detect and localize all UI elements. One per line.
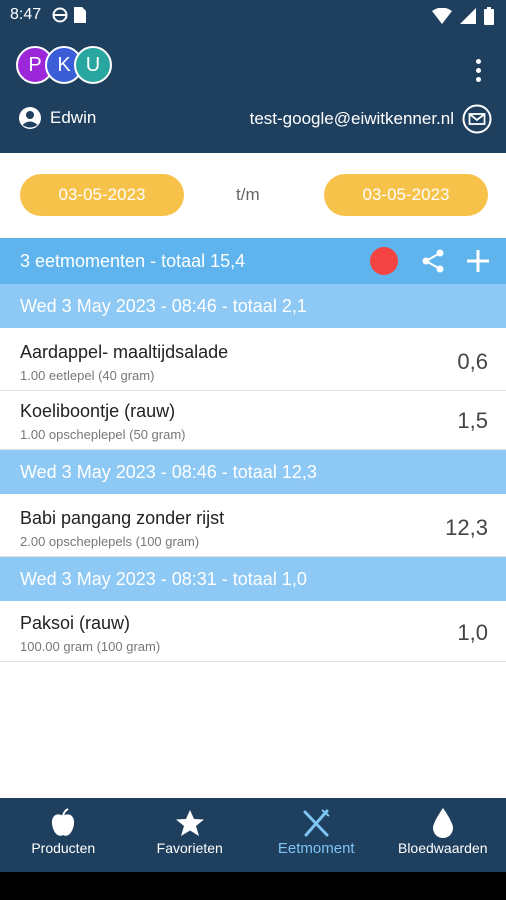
- status-left-icons: [52, 7, 86, 23]
- nav-favorieten[interactable]: Favorieten: [127, 798, 254, 872]
- bottom-navigation: Producten Favorieten Eetmoment Bloedwaar…: [0, 798, 506, 872]
- overflow-menu-icon[interactable]: [468, 56, 488, 84]
- meal-group-title: Wed 3 May 2023 - 08:46 - totaal 12,3: [20, 462, 317, 482]
- status-right-icons: [432, 7, 494, 25]
- date-to-button[interactable]: 03-05-2023: [324, 174, 488, 216]
- share-icon[interactable]: [420, 248, 446, 274]
- item-amount: 1.00 opscheplepel (50 gram): [20, 427, 186, 442]
- star-icon: [175, 810, 204, 836]
- nav-label: Favorieten: [156, 840, 223, 856]
- meal-group-title: Wed 3 May 2023 - 08:46 - totaal 2,1: [20, 296, 307, 316]
- meal-group-title: Wed 3 May 2023 - 08:31 - totaal 1,0: [20, 569, 307, 589]
- drop-icon: [432, 808, 453, 838]
- account-icon: [19, 107, 41, 129]
- item-amount: 1.00 eetlepel (40 gram): [20, 368, 155, 383]
- date-separator: t/m: [236, 185, 260, 204]
- signal-icon: [460, 8, 476, 24]
- item-name: Aardappel- maaltijdsalade: [20, 342, 229, 362]
- wifi-icon: [432, 8, 452, 24]
- system-navigation-bar: [0, 872, 506, 900]
- summary-text: 3 eetmomenten - totaal 15,4: [20, 251, 246, 271]
- vpn-icon: [52, 7, 68, 23]
- item-name: Babi pangang zonder rijst: [20, 508, 225, 528]
- nav-label: Bloedwaarden: [397, 840, 488, 856]
- item-name: Paksoi (rauw): [20, 613, 131, 633]
- email-row: test-google@eiwitkenner.nl: [250, 104, 492, 134]
- cutlery-icon: [303, 809, 330, 837]
- meal-group-header[interactable]: Wed 3 May 2023 - 08:46 - totaal 12,3: [0, 450, 506, 494]
- item-value: 1,0: [457, 620, 488, 645]
- item-name: Koeliboontje (rauw): [20, 401, 176, 421]
- date-from-button[interactable]: 03-05-2023: [20, 174, 184, 216]
- user-row: Edwin: [18, 106, 96, 130]
- app-header: 8:47 P K U Edwin test-google@eiwitkenner…: [0, 0, 506, 153]
- item-amount: 2.00 opscheplepels (100 gram): [20, 534, 200, 549]
- item-value: 0,6: [457, 349, 488, 374]
- list-item[interactable]: Paksoi (rauw) 100.00 gram (100 gram) 1,0: [0, 603, 506, 662]
- nav-label: Producten: [31, 840, 96, 856]
- date-range: 03-05-2023 t/m 03-05-2023: [0, 153, 506, 238]
- sim-icon: [74, 7, 86, 23]
- list-item[interactable]: Babi pangang zonder rijst 2.00 opscheple…: [0, 498, 506, 557]
- battery-icon: [484, 7, 494, 25]
- nav-producten[interactable]: Producten: [0, 798, 127, 872]
- item-amount: 100.00 gram (100 gram): [20, 639, 161, 654]
- user-email: test-google@eiwitkenner.nl: [249, 109, 454, 128]
- nav-bloedwaarden[interactable]: Bloedwaarden: [380, 798, 506, 872]
- record-button[interactable]: [370, 247, 398, 275]
- status-bar: 8:47: [0, 0, 506, 32]
- apple-icon: [52, 808, 75, 836]
- profile-avatars: P K U: [16, 46, 116, 86]
- list-item[interactable]: Aardappel- maaltijdsalade 1.00 eetlepel …: [0, 332, 506, 391]
- item-value: 12,3: [445, 515, 488, 540]
- meal-group-header[interactable]: Wed 3 May 2023 - 08:31 - totaal 1,0: [0, 557, 506, 601]
- summary-bar: 3 eetmomenten - totaal 15,4: [0, 238, 506, 284]
- mail-icon[interactable]: [462, 104, 492, 134]
- meal-group-header[interactable]: Wed 3 May 2023 - 08:46 - totaal 2,1: [0, 284, 506, 328]
- status-time: 8:47: [10, 6, 42, 23]
- nav-eetmoment[interactable]: Eetmoment: [253, 798, 380, 872]
- avatar-u[interactable]: U: [74, 46, 112, 84]
- nav-label: Eetmoment: [277, 840, 355, 857]
- list-item[interactable]: Koeliboontje (rauw) 1.00 opscheplepel (5…: [0, 391, 506, 450]
- item-value: 1,5: [457, 408, 488, 433]
- add-icon[interactable]: [465, 248, 491, 274]
- user-name: Edwin: [50, 108, 97, 127]
